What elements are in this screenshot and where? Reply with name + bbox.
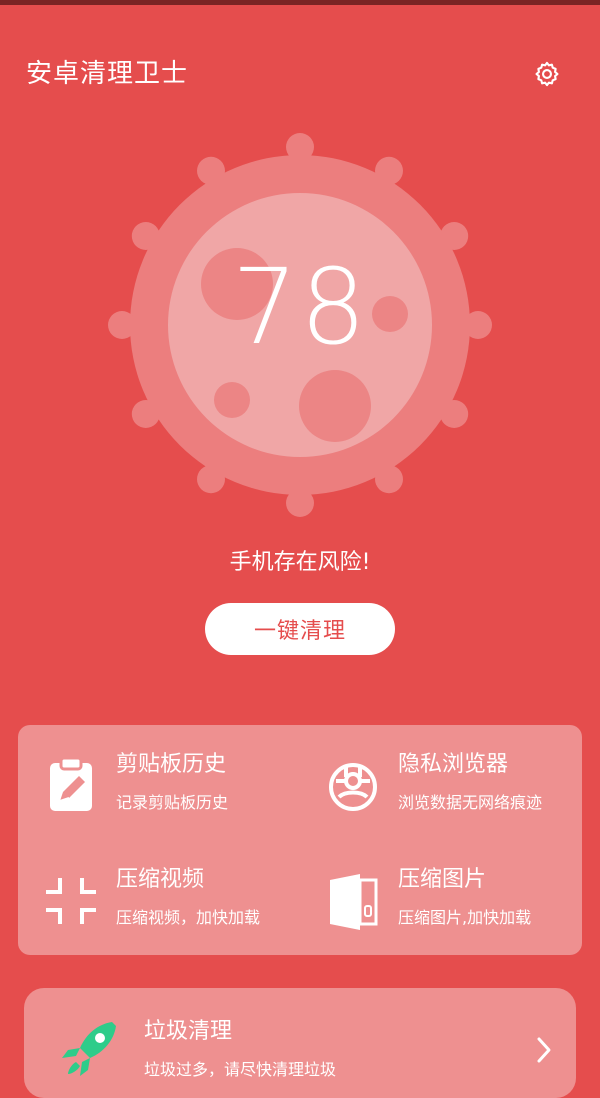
junk-clean-card[interactable]: 垃圾清理 垃圾过多，请尽快清理垃圾	[24, 988, 576, 1098]
tool-privacy-browser[interactable]: 隐私浏览器 浏览数据无网络痕迹	[300, 725, 582, 840]
status-bar	[0, 0, 600, 5]
gear-icon	[535, 61, 559, 87]
tool-subtitle: 压缩视频，加快加载	[116, 908, 261, 927]
junk-title: 垃圾清理	[144, 1019, 233, 1044]
gear-tooth	[286, 489, 314, 517]
privacy-browser-icon	[326, 755, 380, 815]
chevron-right-icon	[534, 1036, 554, 1064]
app-title: 安卓清理卫士	[26, 59, 189, 89]
junk-subtitle: 垃圾过多，请尽快清理垃圾	[144, 1060, 337, 1079]
tool-subtitle: 压缩图片,加快加载	[398, 908, 532, 927]
tool-title: 剪贴板历史	[116, 752, 227, 777]
score-gauge: 78	[100, 132, 500, 522]
tool-title: 压缩图片	[398, 867, 487, 892]
health-score: 78	[231, 246, 369, 368]
tool-subtitle: 记录剪贴板历史	[116, 793, 229, 812]
one-click-clean-button[interactable]: 一键清理	[205, 603, 395, 655]
settings-button[interactable]	[526, 53, 568, 95]
tool-title: 压缩视频	[116, 867, 205, 892]
tool-subtitle: 浏览数据无网络痕迹	[398, 793, 543, 812]
compress-arrows-icon	[44, 870, 98, 930]
tool-compress-image[interactable]: 压缩图片 压缩图片,加快加载	[300, 840, 582, 955]
zip-file-icon	[326, 870, 380, 930]
tools-card: 剪贴板历史 记录剪贴板历史 隐私浏览器 浏览数据无网络痕迹 压缩视频 压缩视频，…	[18, 725, 582, 955]
tool-clipboard-history[interactable]: 剪贴板历史 记录剪贴板历史	[18, 725, 300, 840]
tool-title: 隐私浏览器	[398, 752, 509, 777]
rocket-icon	[60, 1018, 120, 1078]
clipboard-edit-icon	[44, 755, 98, 815]
risk-status-text: 手机存在风险!	[229, 550, 371, 575]
tool-compress-video[interactable]: 压缩视频 压缩视频，加快加载	[18, 840, 300, 955]
